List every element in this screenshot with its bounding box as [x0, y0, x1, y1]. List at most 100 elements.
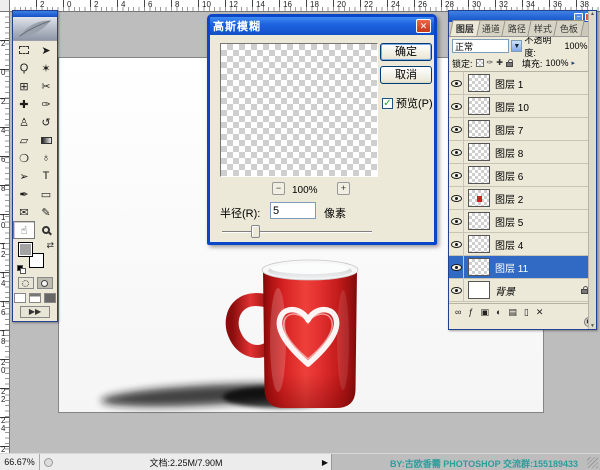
fill-arrow-icon[interactable]: ▸: [571, 59, 575, 67]
layer-style-icon[interactable]: ƒ: [468, 305, 473, 319]
图层 7[interactable]: 图层 7: [449, 118, 596, 141]
swap-colors-icon[interactable]: ⇄: [46, 240, 54, 251]
preview-checkbox[interactable]: ✓: [382, 98, 393, 109]
fullscreen-menubar-button[interactable]: [29, 293, 41, 303]
healing-brush-tool[interactable]: ✚: [13, 95, 35, 113]
preview-zoom-out-button[interactable]: −: [272, 182, 285, 195]
visibility-eye-icon[interactable]: [451, 126, 462, 133]
图层 10[interactable]: 图层 10: [449, 95, 596, 118]
radius-slider-thumb[interactable]: [251, 225, 260, 238]
eyedropper-tool[interactable]: ✎: [35, 203, 57, 221]
visibility-eye-icon[interactable]: [451, 287, 462, 294]
layer-name: 图层 5: [495, 214, 523, 229]
standard-screen-button[interactable]: [14, 293, 26, 303]
visibility-eye-icon[interactable]: [451, 103, 462, 110]
图层 6[interactable]: 图层 6: [449, 164, 596, 187]
visibility-eye-icon[interactable]: [451, 195, 462, 202]
image-pixels-lock-icon[interactable]: ✑: [487, 58, 494, 68]
magic-wand-tool[interactable]: ✶: [35, 59, 57, 77]
radius-input[interactable]: [270, 202, 316, 219]
layer-thumbnail[interactable]: [468, 166, 490, 184]
layers-scrollbar[interactable]: ▲ ▼: [588, 11, 596, 329]
position-lock-icon[interactable]: ✚: [496, 58, 503, 68]
图层 11[interactable]: 图层 11: [449, 256, 596, 279]
layer-thumbnail[interactable]: [468, 281, 490, 299]
quick-mask-mode-button[interactable]: [37, 277, 53, 289]
path-selection-tool[interactable]: ➢: [13, 167, 35, 185]
图层 4[interactable]: 图层 4: [449, 233, 596, 256]
visibility-eye-icon[interactable]: [451, 218, 462, 225]
layer-thumbnail[interactable]: [468, 189, 490, 207]
panel-tab[interactable]: 图层: [449, 20, 480, 36]
new-layer-icon[interactable]: ▯: [524, 305, 529, 319]
scroll-up-icon[interactable]: ▲: [589, 11, 596, 17]
layer-mask-icon[interactable]: ▣: [480, 305, 489, 319]
hand-tool[interactable]: ☝: [13, 221, 35, 239]
pen-tool[interactable]: ✒: [13, 185, 35, 203]
visibility-eye-icon[interactable]: [451, 241, 462, 248]
dodge-tool[interactable]: ♁: [35, 149, 57, 167]
fullscreen-button[interactable]: [44, 293, 56, 303]
default-colors-icon[interactable]: [17, 265, 27, 273]
layer-name: 图层 10: [495, 99, 529, 114]
layer-thumbnail[interactable]: [468, 258, 490, 276]
brush-tool[interactable]: ✑: [35, 95, 57, 113]
status-expand-icon[interactable]: ▶: [319, 458, 331, 467]
scroll-down-icon[interactable]: ▼: [589, 323, 596, 329]
图层 1[interactable]: 图层 1: [449, 72, 596, 95]
slice-tool[interactable]: ✂: [35, 77, 57, 95]
jump-to-imageready-button[interactable]: ▶▶: [20, 306, 50, 318]
fill-value[interactable]: 100%: [545, 58, 568, 68]
layer-thumbnail[interactable]: [468, 212, 490, 230]
rectangular-marquee-tool[interactable]: [13, 41, 35, 59]
layer-thumbnail[interactable]: [468, 143, 490, 161]
clone-stamp-tool[interactable]: ♙: [13, 113, 35, 131]
zoom-tool[interactable]: [35, 221, 57, 239]
crop-tool[interactable]: ⊞: [13, 77, 35, 95]
resize-grip[interactable]: [587, 457, 598, 468]
foreground-color-swatch[interactable]: [18, 242, 33, 257]
lasso-tool[interactable]: Ϙ: [13, 59, 35, 77]
eraser-tool[interactable]: ▱: [13, 131, 35, 149]
visibility-eye-icon[interactable]: [451, 80, 462, 87]
cancel-button[interactable]: 取消: [380, 66, 432, 84]
adjustment-layer-icon[interactable]: ◐: [496, 305, 501, 319]
背景[interactable]: 背景: [449, 279, 596, 302]
blend-mode-select[interactable]: 正常: [452, 39, 509, 53]
图层 2[interactable]: 图层 2: [449, 187, 596, 210]
shape-tool[interactable]: ▭: [35, 185, 57, 203]
visibility-eye-icon[interactable]: [451, 149, 462, 156]
ruler-number: 8: [1, 185, 9, 193]
layer-thumbnail[interactable]: [468, 120, 490, 138]
dialog-titlebar[interactable]: 高斯模糊 ✕: [210, 17, 434, 35]
radius-slider-track[interactable]: [222, 231, 372, 233]
preview-zoom-in-button[interactable]: +: [337, 182, 350, 195]
visibility-eye-icon[interactable]: [451, 172, 462, 179]
history-brush-tool[interactable]: ↺: [35, 113, 57, 131]
lock-all-icon[interactable]: [506, 62, 513, 67]
图层 5[interactable]: 图层 5: [449, 210, 596, 233]
图层 8[interactable]: 图层 8: [449, 141, 596, 164]
blur-preview-area[interactable]: [220, 43, 378, 177]
move-tool[interactable]: ➤: [35, 41, 57, 59]
notes-tool[interactable]: ✉: [13, 203, 35, 221]
toolbox-palette: ➤Ϙ✶⊞✂✚✑♙↺▱❍♁➢T✒▭✉✎☝ ⇄ ▶▶: [12, 10, 58, 322]
transparent-pixels-lock-icon[interactable]: [476, 59, 484, 67]
standard-mode-button[interactable]: [18, 277, 34, 289]
layer-group-icon[interactable]: ▤: [508, 305, 517, 319]
type-tool[interactable]: T: [35, 167, 57, 185]
layer-thumbnail[interactable]: [468, 74, 490, 92]
delete-layer-icon[interactable]: ✕: [536, 305, 544, 319]
gradient-tool[interactable]: [35, 131, 57, 149]
zoom-level-field[interactable]: 66.67%: [0, 454, 40, 470]
layer-thumbnail[interactable]: [468, 235, 490, 253]
ok-button[interactable]: 确定: [380, 43, 432, 61]
chevron-down-icon[interactable]: ▼: [511, 40, 522, 52]
blur-tool[interactable]: ❍: [13, 149, 35, 167]
panel-tab[interactable]: 色板: [553, 20, 584, 36]
link-layers-icon[interactable]: ∞: [455, 305, 461, 319]
layer-thumbnail[interactable]: [468, 97, 490, 115]
opacity-value[interactable]: 100%: [564, 41, 587, 51]
close-icon[interactable]: ✕: [416, 19, 431, 33]
visibility-eye-icon[interactable]: [451, 264, 462, 271]
